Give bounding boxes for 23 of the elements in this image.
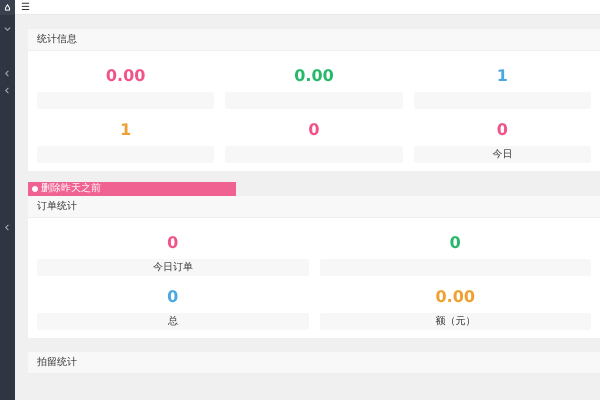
stat-value: 1	[496, 66, 508, 85]
stat-value: 0.00	[106, 66, 146, 85]
stat-value: 0.00	[436, 287, 475, 306]
label-bar: 额（元）	[320, 313, 591, 330]
menu-icon[interactable]: ☰	[21, 0, 30, 14]
chevron-left-icon[interactable]	[4, 70, 11, 77]
panel-title: 订单统计	[37, 201, 77, 212]
stat-value: 0	[167, 287, 178, 306]
stat-value: 0.00	[294, 66, 334, 85]
panel-title: 统计信息	[37, 34, 77, 45]
label-bar: 今日	[414, 146, 591, 163]
drop-icon	[4, 4, 11, 11]
chevron-down-icon[interactable]	[4, 25, 11, 32]
chevron-left-icon[interactable]	[4, 87, 11, 94]
label-bar: 今日订单	[37, 259, 308, 276]
stat-value: 0	[496, 120, 508, 139]
stat-value: 0	[308, 120, 320, 139]
chevron-left-icon[interactable]	[4, 224, 11, 231]
stat-value: 1	[120, 120, 132, 139]
label-bar: 总	[37, 313, 308, 330]
stat-value: 0	[167, 233, 178, 252]
panel-title: 拍留统计	[37, 357, 77, 368]
stat-value: 0	[450, 233, 461, 252]
